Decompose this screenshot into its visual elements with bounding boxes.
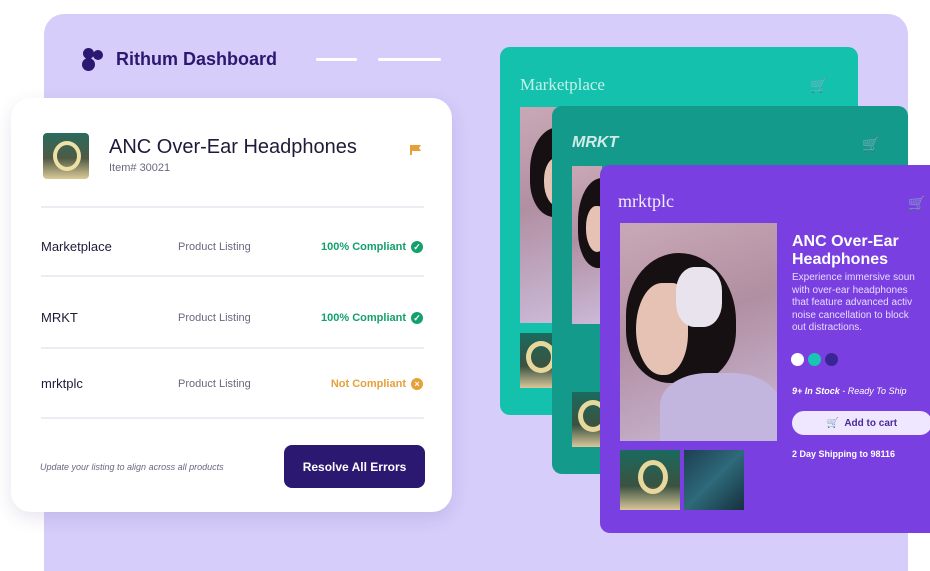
brand-header: Rithum Dashboard: [80, 46, 277, 72]
storefront-title: Marketplace: [520, 75, 605, 94]
divider: [41, 347, 424, 349]
color-swatches: [791, 353, 838, 366]
swatch-teal[interactable]: [808, 353, 821, 366]
storefront-card-mrktplc: mrktplc 🛒: [600, 165, 930, 533]
product-thumbnail: [43, 133, 89, 179]
add-to-cart-label: Add to cart: [844, 417, 898, 429]
product-title: ANC Over-Ear Headphones: [109, 136, 357, 158]
cart-icon[interactable]: 🛒: [810, 77, 827, 94]
cart-icon[interactable]: 🛒: [908, 195, 925, 212]
cart-icon: 🛒: [826, 417, 840, 429]
storefront-product-description: Experience immersive soun with over-ear …: [792, 272, 915, 333]
channel-name: MRKT: [41, 310, 78, 325]
storefront-product-title: ANC Over-Ear Headphones: [792, 233, 899, 268]
divider: [41, 275, 424, 277]
thumbnail[interactable]: [620, 450, 680, 510]
check-circle-icon: ✓: [411, 312, 423, 324]
footer-note: Update your listing to align across all …: [40, 462, 224, 472]
cart-icon[interactable]: 🛒: [862, 136, 879, 153]
swatch-white[interactable]: [791, 353, 804, 366]
swatch-indigo[interactable]: [825, 353, 838, 366]
shipping-info: 2 Day Shipping to 98116: [792, 449, 896, 459]
compliance-status: 100% Compliant ✓: [321, 241, 423, 253]
divider: [41, 206, 424, 208]
channel-name: Marketplace: [41, 239, 112, 254]
listing-type: Product Listing: [178, 312, 251, 324]
product-photo: [572, 166, 602, 324]
compliance-status: 100% Compliant ✓: [321, 312, 423, 324]
thumbnail[interactable]: [520, 333, 552, 388]
compliance-status: Not Compliant ×: [331, 378, 423, 390]
product-photo: [620, 223, 777, 441]
compliance-card: ANC Over-Ear Headphones Item# 30021 Mark…: [11, 98, 452, 512]
flag-icon[interactable]: [410, 144, 422, 156]
add-to-cart-button[interactable]: 🛒 Add to cart: [792, 411, 930, 435]
listing-type: Product Listing: [178, 378, 251, 390]
storefront-title: mrktplc: [618, 191, 674, 211]
resolve-all-errors-button[interactable]: Resolve All Errors: [284, 445, 425, 488]
check-circle-icon: ✓: [411, 241, 423, 253]
brand-name: Rithum Dashboard: [116, 48, 278, 69]
thumbnail[interactable]: [684, 450, 744, 510]
error-circle-icon: ×: [411, 378, 423, 390]
product-item-number: Item# 30021: [109, 162, 171, 174]
decorative-dash: [378, 58, 441, 61]
decorative-dash: [316, 58, 357, 61]
channel-name: mrktplc: [41, 376, 83, 391]
storefront-title: MRKT: [572, 134, 619, 151]
rithum-logo-icon: [80, 46, 106, 72]
divider: [41, 417, 424, 419]
listing-type: Product Listing: [178, 241, 251, 253]
stock-status: 9+ In Stock - Ready To Ship: [792, 386, 907, 396]
